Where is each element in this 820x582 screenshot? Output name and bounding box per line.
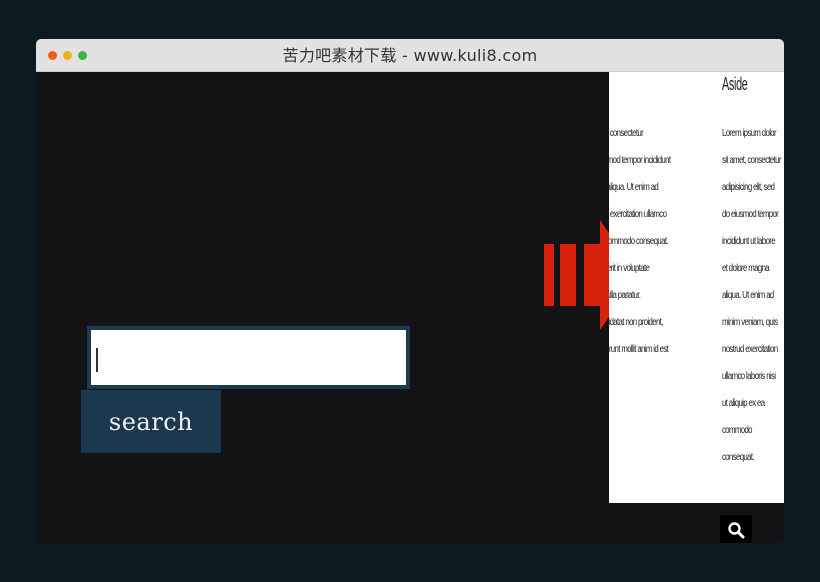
search-input[interactable] <box>87 326 410 389</box>
main-line: eu fugiat nulla pariatur. <box>609 290 641 301</box>
main-line: re magna aliqua. Ut enim ad <box>609 182 659 193</box>
aside-line: do eiusmod tempor <box>722 209 779 220</box>
search-toggle-button[interactable] <box>720 515 752 543</box>
text-caret <box>96 348 98 372</box>
main-text-column: or sit amet, consectetur ed do eiusmod t… <box>609 120 675 363</box>
aside-line: minim veniam, quis <box>722 317 778 328</box>
browser-window: 苦力吧素材下载 - www.kuli8.com search Aside or … <box>36 39 784 543</box>
window-title: 苦力吧素材下载 - www.kuli8.com <box>282 46 538 65</box>
aside-line: ut aliquip ex ea <box>722 398 765 409</box>
search-button[interactable]: search <box>81 390 221 453</box>
demo-preview-panel: Aside or sit amet, consectetur ed do eiu… <box>609 72 784 503</box>
aside-line: ullamco laboris nisi <box>722 371 776 382</box>
aside-heading: Aside <box>722 74 748 94</box>
aside-line: adipisicing elit, sed <box>722 182 775 193</box>
main-line: uip ex ea commodo consequat. <box>609 236 669 247</box>
aside-text-column: Lorem ipsum dolor sit amet, consectetur … <box>722 120 784 471</box>
aside-line: aliqua. Ut enim ad <box>722 290 774 301</box>
main-line: reprehenderit in voluptate <box>609 263 650 274</box>
main-line: uis nostrud exercitation ullamco <box>609 209 667 220</box>
aside-line: nostrud exercitation <box>722 344 778 355</box>
main-line: or sit amet, consectetur <box>609 128 644 139</box>
main-line: caecat cupidatat non proident, <box>609 317 663 328</box>
aside-line: Lorem ipsum dolor <box>722 128 777 139</box>
title-bar: 苦力吧素材下载 - www.kuli8.com <box>36 39 784 72</box>
search-icon <box>728 522 745 539</box>
aside-line: incididunt ut labore <box>722 236 776 247</box>
main-line: officia deserunt mollit anim id est <box>609 344 669 355</box>
page-content: search Aside or sit amet, consectetur ed… <box>36 72 784 543</box>
main-line: ed do eiusmod tempor incididunt <box>609 155 671 166</box>
aside-line: commodo <box>722 425 753 436</box>
aside-line: sit amet, consectetur <box>722 155 781 166</box>
aside-line: consequat. <box>722 452 755 463</box>
aside-line: et dolore magna <box>722 263 770 274</box>
